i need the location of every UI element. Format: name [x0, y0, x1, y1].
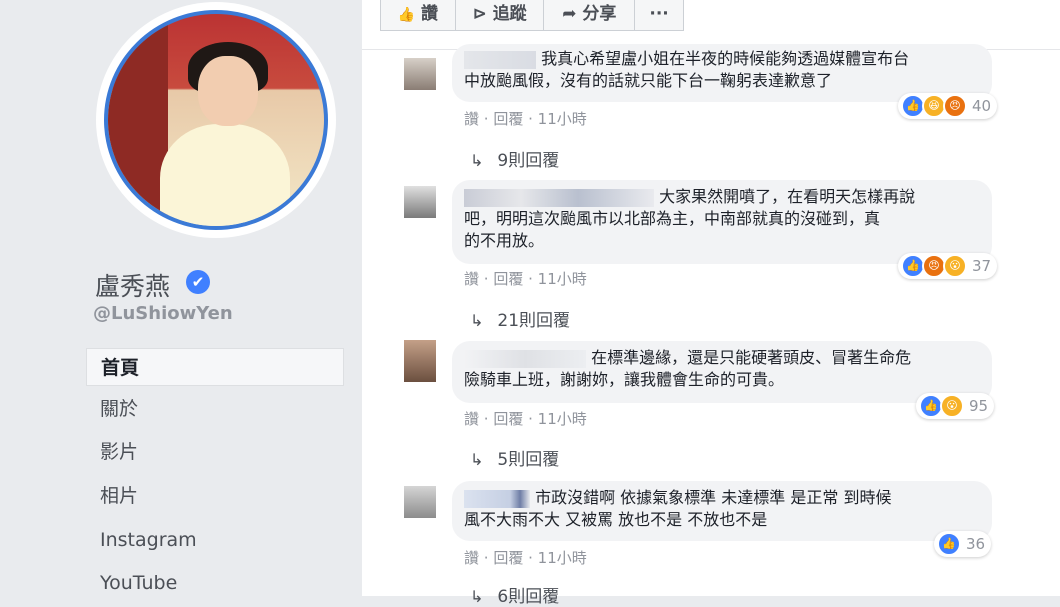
commenter-avatar[interactable] — [404, 58, 436, 90]
like-button[interactable]: 👍 讚 — [381, 0, 456, 30]
nav-item-photos[interactable]: 相片 — [86, 477, 344, 515]
view-replies-link[interactable]: ↳ 5則回覆 — [470, 445, 559, 470]
comment-like-link[interactable]: 讚 — [464, 110, 479, 128]
comment-timestamp[interactable]: 11小時 — [538, 549, 587, 567]
view-replies-link[interactable]: ↳ 6則回覆 — [470, 582, 559, 607]
commenter-avatar[interactable] — [404, 340, 436, 382]
blurred-commenter-name[interactable] — [464, 188, 654, 207]
comment-bubble: 大家果然開噴了，在看明天怎樣再說 吧，明明這次颱風市以北部為主，中南部就真的沒碰… — [452, 180, 992, 264]
page-title[interactable]: 盧秀燕 — [95, 267, 170, 303]
reaction-summary[interactable]: 👍 36 — [934, 531, 992, 557]
reply-arrow-icon: ↳ — [470, 311, 484, 330]
comment-reply-link[interactable]: 回覆 — [493, 549, 523, 567]
follow-button[interactable]: ⊳ 追蹤 — [456, 0, 545, 30]
replies-count: 9則回覆 — [497, 151, 560, 171]
verified-badge-icon: ✔ — [186, 270, 210, 294]
replies-count: 6則回覆 — [497, 587, 560, 607]
reaction-count: 95 — [969, 397, 989, 415]
comment-text: 中放颱風假，沒有的話就只能下台一鞠躬表達歉意了 — [464, 71, 833, 90]
comment-text: 險騎車上班，謝謝妳，讓我體會生命的可貴。 — [464, 370, 785, 389]
blurred-commenter-name[interactable] — [464, 50, 536, 69]
comment-reply-link[interactable]: 回覆 — [493, 270, 523, 288]
reaction-count: 40 — [972, 97, 992, 115]
nav-item-home[interactable]: 首頁 — [86, 348, 344, 386]
profile-avatar[interactable] — [96, 2, 336, 238]
page-handle[interactable]: @LuShiowYen — [93, 303, 233, 324]
reply-arrow-icon: ↳ — [470, 450, 484, 469]
blurred-commenter-name[interactable] — [464, 489, 530, 508]
wow-reaction-icon: 😮 — [943, 254, 967, 278]
commenter-avatar[interactable] — [404, 186, 436, 218]
replies-count: 21則回覆 — [497, 311, 571, 331]
reaction-count: 36 — [966, 535, 986, 553]
comment-like-link[interactable]: 讚 — [464, 549, 479, 567]
comment-like-link[interactable]: 讚 — [464, 270, 479, 288]
nav-item-videos[interactable]: 影片 — [86, 433, 344, 471]
reaction-count: 37 — [972, 257, 992, 275]
comment-timestamp[interactable]: 11小時 — [538, 270, 587, 288]
view-replies-link[interactable]: ↳ 9則回覆 — [470, 146, 559, 171]
reaction-summary[interactable]: 👍 😆 😠 40 — [898, 93, 998, 119]
comment-text: 吧，明明這次颱風市以北部為主，中南部就真的沒碰到，真 — [464, 209, 881, 228]
rss-icon: ⊳ — [472, 4, 487, 24]
comment-reply-link[interactable]: 回覆 — [493, 410, 523, 428]
comment-timestamp[interactable]: 11小時 — [538, 110, 587, 128]
comment-text: 的不用放。 — [464, 231, 545, 250]
comment-bubble: 市政沒錯啊 依據氣象標準 未達標準 是正常 到時候 風不大雨不大 又被罵 放也不… — [452, 481, 992, 541]
comment-text: 我真心希望盧小姐在半夜的時候能夠透過媒體宣布台 — [541, 49, 910, 68]
comment-text: 在標準邊緣，還是只能硬著頭皮、冒著生命危 — [591, 348, 912, 367]
follow-label: 追蹤 — [492, 4, 527, 24]
comment-meta: 讚 · 回覆 · 11小時 — [464, 410, 587, 428]
post-action-bar: 👍 讚 ⊳ 追蹤 ➦ 分享 ··· — [380, 0, 684, 31]
more-icon: ··· — [649, 4, 669, 24]
angry-reaction-icon: 😠 — [943, 94, 967, 118]
comment-timestamp[interactable]: 11小時 — [538, 410, 587, 428]
comment-like-link[interactable]: 讚 — [464, 410, 479, 428]
comment-meta: 讚 · 回覆 · 11小時 — [464, 549, 587, 567]
reply-arrow-icon: ↳ — [470, 587, 484, 606]
view-replies-link[interactable]: ↳ 21則回覆 — [470, 306, 570, 331]
wow-reaction-icon: 😮 — [940, 394, 964, 418]
comment-text: 市政沒錯啊 依據氣象標準 未達標準 是正常 到時候 — [535, 488, 892, 507]
nav-item-about[interactable]: 關於 — [86, 390, 344, 428]
comment-text: 風不大雨不大 又被罵 放也不是 不放也不是 — [464, 510, 768, 529]
comment-meta: 讚 · 回覆 · 11小時 — [464, 110, 587, 128]
like-reaction-icon: 👍 — [937, 532, 961, 556]
comment-reply-link[interactable]: 回覆 — [493, 110, 523, 128]
more-options-button[interactable]: ··· — [635, 0, 683, 30]
share-label: 分享 — [582, 4, 617, 24]
like-label: 讚 — [421, 4, 439, 24]
thumbs-up-icon: 👍 — [397, 7, 416, 23]
nav-item-youtube[interactable]: YouTube — [86, 564, 344, 602]
profile-sidebar: 盧秀燕 ✔ @LuShiowYen 首頁 關於 影片 相片 Instagram … — [0, 0, 360, 596]
commenter-avatar[interactable] — [404, 486, 436, 518]
reaction-summary[interactable]: 👍 😮 95 — [916, 393, 995, 419]
comment-meta: 讚 · 回覆 · 11小時 — [464, 270, 587, 288]
reply-arrow-icon: ↳ — [470, 151, 484, 170]
reaction-summary[interactable]: 👍 😠 😮 37 — [898, 253, 998, 279]
blurred-commenter-name[interactable] — [464, 349, 586, 368]
nav-item-instagram[interactable]: Instagram — [86, 521, 344, 559]
comment-text: 大家果然開噴了，在看明天怎樣再說 — [659, 187, 916, 206]
comment-bubble: 在標準邊緣，還是只能硬著頭皮、冒著生命危 險騎車上班，謝謝妳，讓我體會生命的可貴… — [452, 341, 992, 403]
profile-photo — [104, 10, 328, 230]
replies-count: 5則回覆 — [497, 450, 560, 470]
share-icon: ➦ — [562, 4, 577, 24]
share-button[interactable]: ➦ 分享 — [544, 0, 636, 30]
